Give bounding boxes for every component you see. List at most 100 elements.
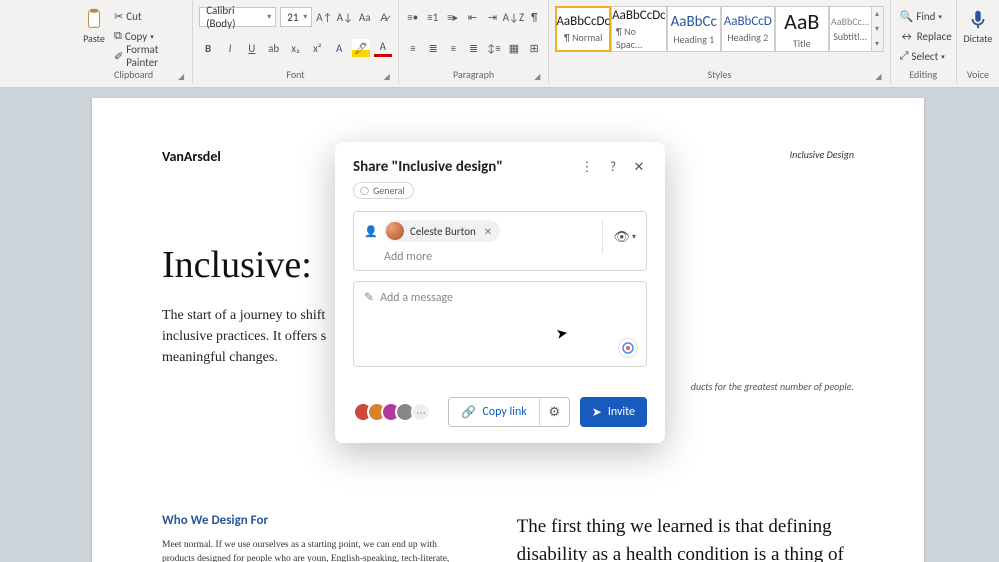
copy-link-button[interactable]: 🔗 Copy link bbox=[449, 398, 538, 426]
dictate-label: Dictate bbox=[964, 32, 993, 45]
select-icon: ⤢ bbox=[900, 49, 909, 63]
dialog-title: Share "Inclusive design" bbox=[353, 158, 503, 176]
group-label-font: Font bbox=[286, 68, 304, 81]
styles-up-icon[interactable]: ▴ bbox=[875, 9, 879, 19]
italic-icon[interactable]: I bbox=[221, 39, 239, 57]
group-font: Calibri (Body) 21 A↑ A↓ Aa A̷ B I U ab x… bbox=[193, 0, 399, 84]
dictate-button[interactable]: Dictate bbox=[963, 6, 993, 47]
shading-icon[interactable]: ▦ bbox=[506, 39, 522, 57]
message-input[interactable]: ✎ Add a message bbox=[353, 281, 647, 367]
person-name: Celeste Burton bbox=[410, 225, 476, 238]
grow-font-icon[interactable]: A↑ bbox=[316, 8, 332, 26]
borders-icon[interactable]: ⊞ bbox=[526, 39, 542, 57]
line-spacing-icon[interactable]: ↕≡ bbox=[486, 39, 502, 57]
show-marks-icon[interactable]: ¶ bbox=[526, 8, 542, 26]
person-chip[interactable]: Celeste Burton ✕ bbox=[384, 220, 500, 242]
style-heading-1[interactable]: AaBbCcHeading 1 bbox=[667, 6, 721, 52]
paste-label: Paste bbox=[83, 32, 105, 45]
superscript-icon[interactable]: x² bbox=[308, 39, 326, 57]
bold-icon[interactable]: B bbox=[199, 39, 217, 57]
style-subtitle[interactable]: AaBbCc...Subtitl... bbox=[829, 6, 872, 52]
shrink-font-icon[interactable]: A↓ bbox=[337, 8, 353, 26]
close-icon[interactable]: ✕ bbox=[631, 160, 647, 175]
dialog-launcher-icon[interactable]: ◢ bbox=[875, 72, 881, 82]
indent-icon[interactable]: ⇥ bbox=[484, 8, 500, 26]
group-label-paragraph: Paragraph bbox=[453, 68, 494, 81]
align-right-icon[interactable]: ≡ bbox=[445, 39, 461, 57]
copilot-icon[interactable] bbox=[618, 338, 638, 358]
doc-subheading: Who We Design For bbox=[162, 513, 469, 528]
send-icon: ➤ bbox=[592, 405, 602, 420]
select-button[interactable]: ⤢Select▾ bbox=[897, 46, 950, 66]
styles-down-icon[interactable]: ▾ bbox=[875, 24, 879, 34]
font-name-select[interactable]: Calibri (Body) bbox=[199, 7, 276, 27]
multilevel-icon[interactable]: ≡▸ bbox=[445, 8, 461, 26]
dialog-launcher-icon[interactable]: ◢ bbox=[384, 72, 390, 82]
more-avatars-icon[interactable]: ⋯ bbox=[411, 402, 431, 422]
paste-button[interactable]: Paste bbox=[81, 6, 107, 66]
permission-dropdown[interactable]: 👁 ▾ bbox=[602, 220, 636, 254]
replace-icon: ↔ bbox=[900, 30, 914, 43]
share-dialog: Share "Inclusive design" ⋮ ? ✕ General 👤… bbox=[335, 142, 665, 443]
text-effects-icon[interactable]: A bbox=[330, 39, 348, 57]
style-heading-2[interactable]: AaBbCcDHeading 2 bbox=[721, 6, 775, 52]
ribbon: Paste ✂Cut ⧉Copy▾ ✐Format Painter Clipbo… bbox=[0, 0, 999, 88]
person-icon: 👤 bbox=[364, 225, 378, 238]
link-settings-button[interactable]: ⚙ bbox=[539, 398, 569, 426]
group-voice: Dictate Voice bbox=[957, 0, 999, 84]
cut-button[interactable]: ✂Cut bbox=[111, 6, 186, 26]
numbering-icon[interactable]: ≡1 bbox=[425, 8, 441, 26]
doc-blurb: Meet normal. If we use ourselves as a st… bbox=[162, 538, 469, 562]
people-input[interactable]: 👤 Celeste Burton ✕ Add more 👁 ▾ bbox=[353, 211, 647, 271]
invite-button[interactable]: ➤ Invite bbox=[580, 397, 647, 427]
copy-icon: ⧉ bbox=[114, 29, 122, 43]
chevron-down-icon: ▾ bbox=[632, 232, 636, 242]
underline-icon[interactable]: U bbox=[243, 39, 261, 57]
style-normal[interactable]: AaBbCcDc¶ Normal bbox=[555, 6, 611, 52]
brush-icon: ✐ bbox=[114, 50, 123, 63]
clipboard-icon bbox=[83, 8, 105, 30]
highlight-icon[interactable]: 🖊 bbox=[352, 39, 370, 57]
replace-button[interactable]: ↔Replace bbox=[897, 26, 950, 46]
mouse-cursor-icon: ➤ bbox=[555, 324, 570, 343]
scope-chip[interactable]: General bbox=[353, 182, 414, 199]
strike-icon[interactable]: ab bbox=[265, 39, 283, 57]
scissors-icon: ✂ bbox=[114, 10, 123, 23]
dialog-launcher-icon[interactable]: ◢ bbox=[534, 72, 540, 82]
change-case-icon[interactable]: Aa bbox=[357, 8, 372, 26]
doc-column-right: The first thing we learned is that defin… bbox=[517, 513, 854, 562]
help-icon[interactable]: ? bbox=[605, 160, 621, 175]
group-label-voice: Voice bbox=[967, 68, 989, 81]
shared-with-avatars[interactable]: ⋯ bbox=[353, 402, 448, 422]
eye-icon: 👁 bbox=[613, 230, 630, 245]
gear-icon: ⚙ bbox=[548, 405, 560, 420]
avatar bbox=[386, 222, 404, 240]
group-editing: 🔍Find▾ ↔Replace ⤢Select▾ Editing bbox=[891, 0, 957, 84]
remove-person-icon[interactable]: ✕ bbox=[482, 225, 494, 238]
brand-logo: VanArsdel bbox=[162, 148, 221, 165]
group-label-editing: Editing bbox=[909, 68, 937, 81]
justify-icon[interactable]: ≣ bbox=[465, 39, 481, 57]
styles-more-icon[interactable]: ▾ bbox=[875, 39, 879, 49]
align-left-icon[interactable]: ≡ bbox=[405, 39, 421, 57]
style-no-spacing[interactable]: AaBbCcDc¶ No Spac... bbox=[611, 6, 667, 52]
compose-icon: ✎ bbox=[364, 290, 374, 305]
outdent-icon[interactable]: ⇤ bbox=[465, 8, 481, 26]
bullets-icon[interactable]: ≡• bbox=[405, 8, 421, 26]
more-icon[interactable]: ⋮ bbox=[579, 160, 595, 175]
sort-icon[interactable]: A↓Z bbox=[504, 8, 522, 26]
header-right: Inclusive Design bbox=[790, 148, 854, 161]
format-painter-button[interactable]: ✐Format Painter bbox=[111, 46, 186, 66]
message-placeholder: Add a message bbox=[380, 291, 453, 305]
find-button[interactable]: 🔍Find▾ bbox=[897, 6, 950, 26]
font-size-select[interactable]: 21 bbox=[280, 7, 312, 27]
add-more-placeholder[interactable]: Add more bbox=[384, 250, 594, 264]
group-label-clipboard: Clipboard bbox=[114, 68, 153, 81]
clear-format-icon[interactable]: A̷ bbox=[376, 8, 391, 26]
align-center-icon[interactable]: ≣ bbox=[425, 39, 441, 57]
style-title[interactable]: AaBTitle bbox=[775, 6, 829, 52]
link-icon: 🔗 bbox=[461, 405, 476, 420]
font-color-icon[interactable]: A bbox=[374, 39, 392, 57]
dialog-launcher-icon[interactable]: ◢ bbox=[178, 72, 184, 82]
subscript-icon[interactable]: x₂ bbox=[287, 39, 305, 57]
